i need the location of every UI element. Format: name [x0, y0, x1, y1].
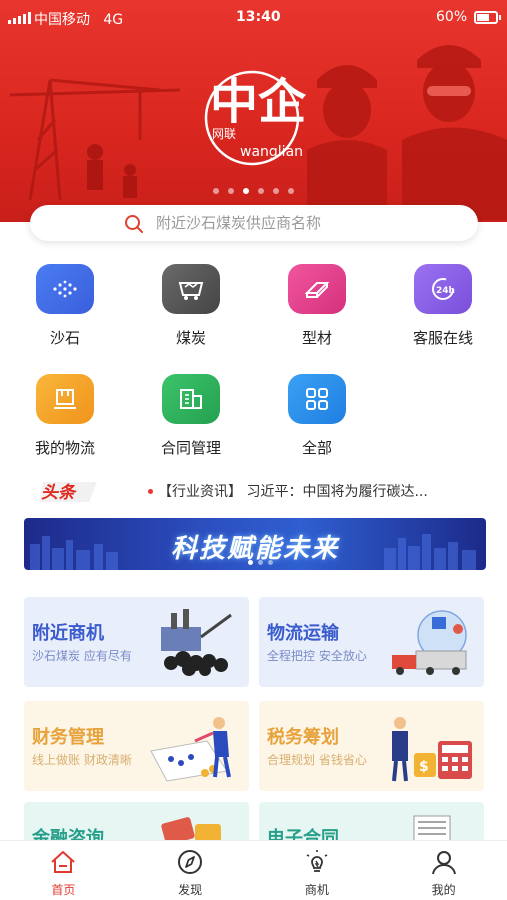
compass-icon	[178, 850, 203, 874]
tab-label: 我的	[431, 883, 456, 897]
banner-dot[interactable]	[273, 188, 279, 194]
card-title: 附近商机	[32, 623, 104, 644]
bottom-tab-bar: 首页 发现 商机 我的	[0, 840, 507, 900]
category-logistics[interactable]: 我的物流	[15, 374, 115, 458]
carrier-label: 中国移动 4G	[34, 12, 124, 28]
battery-percent: 60%	[436, 9, 468, 25]
card-finance-illustration	[161, 817, 221, 842]
card-finance-consulting[interactable]: 金融咨询	[24, 802, 249, 842]
logistics-box-icon	[36, 374, 94, 424]
category-label: 客服在线	[412, 329, 473, 347]
category-label: 型材	[301, 329, 332, 347]
tab-label: 商机	[304, 883, 329, 897]
promo-banner[interactable]: 科技赋能未来	[24, 518, 486, 570]
status-bar: 中国移动 4G 13:40 60%	[0, 0, 507, 36]
banner-dot[interactable]	[228, 188, 234, 194]
sand-icon	[36, 264, 94, 314]
card-nearby-opportunities[interactable]: 附近商机 沙石煤炭 应有尽有	[24, 597, 249, 687]
category-label: 全部	[301, 439, 332, 457]
card-title: 财务管理	[32, 727, 104, 748]
card-tax-planning[interactable]: 税务筹划 合理规划 省钱省心 $	[259, 701, 484, 791]
battery-icon	[474, 11, 501, 24]
card-subtitle: 线上做账 财政清晰	[32, 753, 132, 767]
crane-illustration	[10, 78, 180, 200]
banner-pagination[interactable]	[213, 188, 294, 194]
search-bar[interactable]	[30, 205, 478, 241]
card-logistics[interactable]: 物流运输 全程把控 安全放心	[259, 597, 484, 687]
e-contract-illustration	[413, 815, 451, 842]
category-contract[interactable]: 合同管理	[141, 374, 241, 458]
card-e-contract[interactable]: 电子合同	[259, 802, 484, 842]
signal-icon	[8, 12, 31, 24]
tax-calculator-illustration: $	[392, 717, 472, 782]
category-label: 沙石	[49, 329, 80, 347]
headline-text[interactable]: 【行业资讯】 习近平：中国将为履行碳达...	[158, 481, 428, 501]
svg-text:头条: 头条	[41, 483, 77, 503]
home-icon	[51, 851, 76, 873]
truck-globe-illustration	[392, 610, 467, 675]
search-input[interactable]	[156, 214, 456, 232]
banner-dot[interactable]	[258, 188, 264, 194]
category-customer-service[interactable]: 24h 客服在线	[393, 264, 493, 348]
svg-text:24h: 24h	[436, 286, 455, 296]
logo-main-text: 中企	[210, 74, 307, 130]
card-subtitle: 合理规划 省钱省心	[267, 753, 367, 767]
svg-text:$: $	[419, 759, 429, 775]
contract-building-icon	[162, 374, 220, 424]
card-subtitle: 全程把控 安全放心	[267, 649, 367, 663]
banner-dot[interactable]	[213, 188, 219, 194]
steel-profile-icon	[288, 264, 346, 314]
headline-badge: 头条	[39, 482, 97, 503]
search-icon	[125, 215, 143, 233]
category-coal[interactable]: 煤炭	[141, 264, 241, 348]
card-finance-management[interactable]: 财务管理 线上做账 财政清晰	[24, 701, 249, 791]
user-icon	[431, 851, 456, 875]
all-grid-icon	[288, 374, 346, 424]
tab-home[interactable]: 首页	[0, 841, 127, 900]
card-title: 税务筹划	[267, 727, 339, 748]
brand-logo: 中企 网联 wanglian	[204, 70, 307, 166]
lightbulb-icon	[306, 850, 328, 872]
factory-coal-illustration	[161, 609, 232, 676]
promo-pagination[interactable]	[248, 560, 273, 565]
tab-opportunities[interactable]: 商机	[254, 841, 381, 900]
card-subtitle: 沙石煤炭 应有尽有	[32, 649, 132, 663]
headline-ticker[interactable]: 头条 【行业资讯】 习近平：中国将为履行碳达...	[0, 474, 507, 508]
category-label: 我的物流	[34, 439, 95, 457]
tab-label: 发现	[178, 883, 203, 897]
category-all[interactable]: 全部	[267, 374, 367, 458]
tab-mine[interactable]: 我的	[380, 841, 507, 900]
headline-dot	[148, 489, 153, 494]
clock: 13:40	[236, 9, 281, 25]
tab-label: 首页	[51, 883, 76, 897]
category-profile[interactable]: 型材	[267, 264, 367, 348]
banner-dot-active[interactable]	[243, 188, 249, 194]
tab-discover[interactable]: 发现	[127, 841, 254, 900]
category-sand[interactable]: 沙石	[15, 264, 115, 348]
logo-en-text: wanglian	[240, 144, 303, 160]
card-title: 物流运输	[267, 623, 339, 644]
banner-dot[interactable]	[288, 188, 294, 194]
coal-cart-icon	[162, 264, 220, 314]
finance-illustration	[150, 717, 231, 782]
logo-small-text: 网联	[212, 127, 236, 141]
category-label: 煤炭	[175, 329, 206, 347]
24h-service-icon: 24h	[414, 264, 472, 314]
category-label: 合同管理	[160, 439, 221, 457]
